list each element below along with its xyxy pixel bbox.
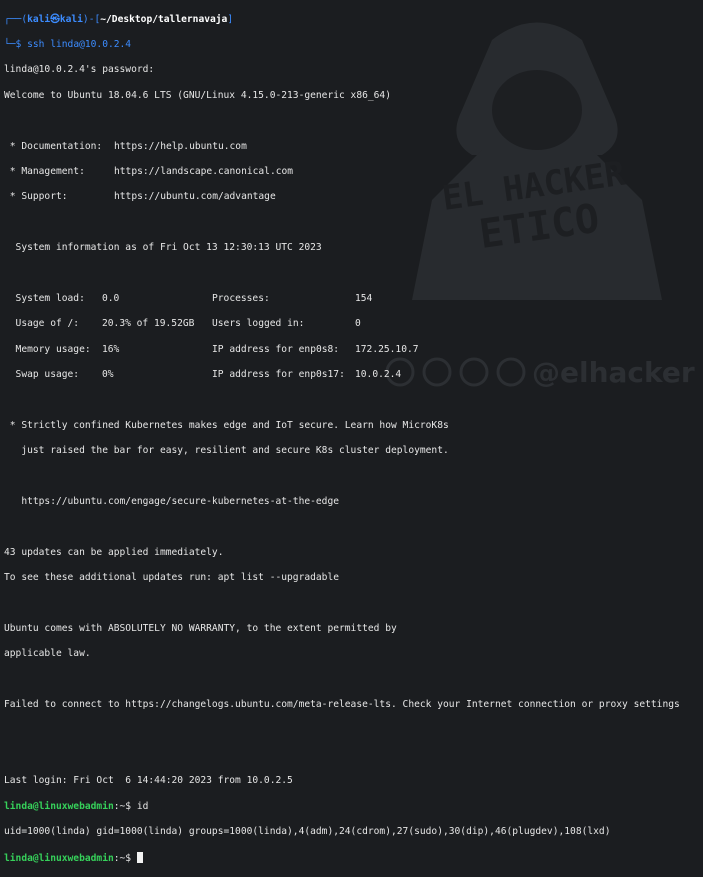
k8s-notice-2: just raised the bar for easy, resilient …	[4, 445, 449, 457]
remote-prompt-id: linda@linuxwebadmin:~$ id	[4, 800, 149, 812]
k8s-url: https://ubuntu.com/engage/secure-kuberne…	[4, 496, 340, 508]
warranty-1: Ubuntu comes with ABSOLUTELY NO WARRANTY…	[4, 623, 397, 635]
release-check-failed: Failed to connect to https://changelogs.…	[4, 699, 680, 711]
password-prompt: linda@10.0.2.4's password:	[4, 64, 155, 76]
sysinfo-row: System load: 0.0 Processes: 154	[4, 293, 373, 304]
k8s-notice-1: * Strictly confined Kubernetes makes edg…	[4, 419, 449, 431]
link-documentation: * Documentation: https://help.ubuntu.com	[4, 140, 247, 152]
text-cursor	[136, 851, 143, 863]
updates-hint: To see these additional updates run: apt…	[4, 572, 340, 584]
ssh-command: ssh linda@10.0.2.4	[27, 39, 132, 51]
kali-prompt-line-1: ┌──(kali㉿kali)-[~/Desktop/tallernavaja]	[4, 13, 234, 25]
last-login: Last login: Fri Oct 6 14:44:20 2023 from…	[4, 775, 293, 787]
id-output: uid=1000(linda) gid=1000(linda) groups=1…	[4, 826, 611, 838]
link-support: * Support: https://ubuntu.com/advantage	[4, 191, 276, 203]
sysinfo-row: Usage of /: 20.3% of 19.52GB Users logged …	[4, 318, 361, 330]
link-management: * Management: https://landscape.canonical…	[4, 166, 294, 178]
welcome-banner: Welcome to Ubuntu 18.04.6 LTS (GNU/Linux…	[4, 89, 391, 101]
terminal-output[interactable]: ┌──(kali㉿kali)-[~/Desktop/tallernavaja] …	[4, 1, 703, 877]
updates-count: 43 updates can be applied immediately.	[4, 546, 224, 558]
sysinfo-row: Memory usage: 16% IP address for enp0s8: 17…	[4, 343, 419, 355]
kali-prompt-line-2: └─$ ssh linda@10.0.2.4	[4, 39, 132, 51]
warranty-2: applicable law.	[4, 648, 91, 660]
remote-prompt-current[interactable]: linda@linuxwebadmin:~$	[4, 851, 703, 865]
sysinfo-header: System information as of Fri Oct 13 12:3…	[4, 242, 322, 254]
sysinfo-row: Swap usage: 0% IP address for enp0s17: 10.0…	[4, 369, 402, 381]
